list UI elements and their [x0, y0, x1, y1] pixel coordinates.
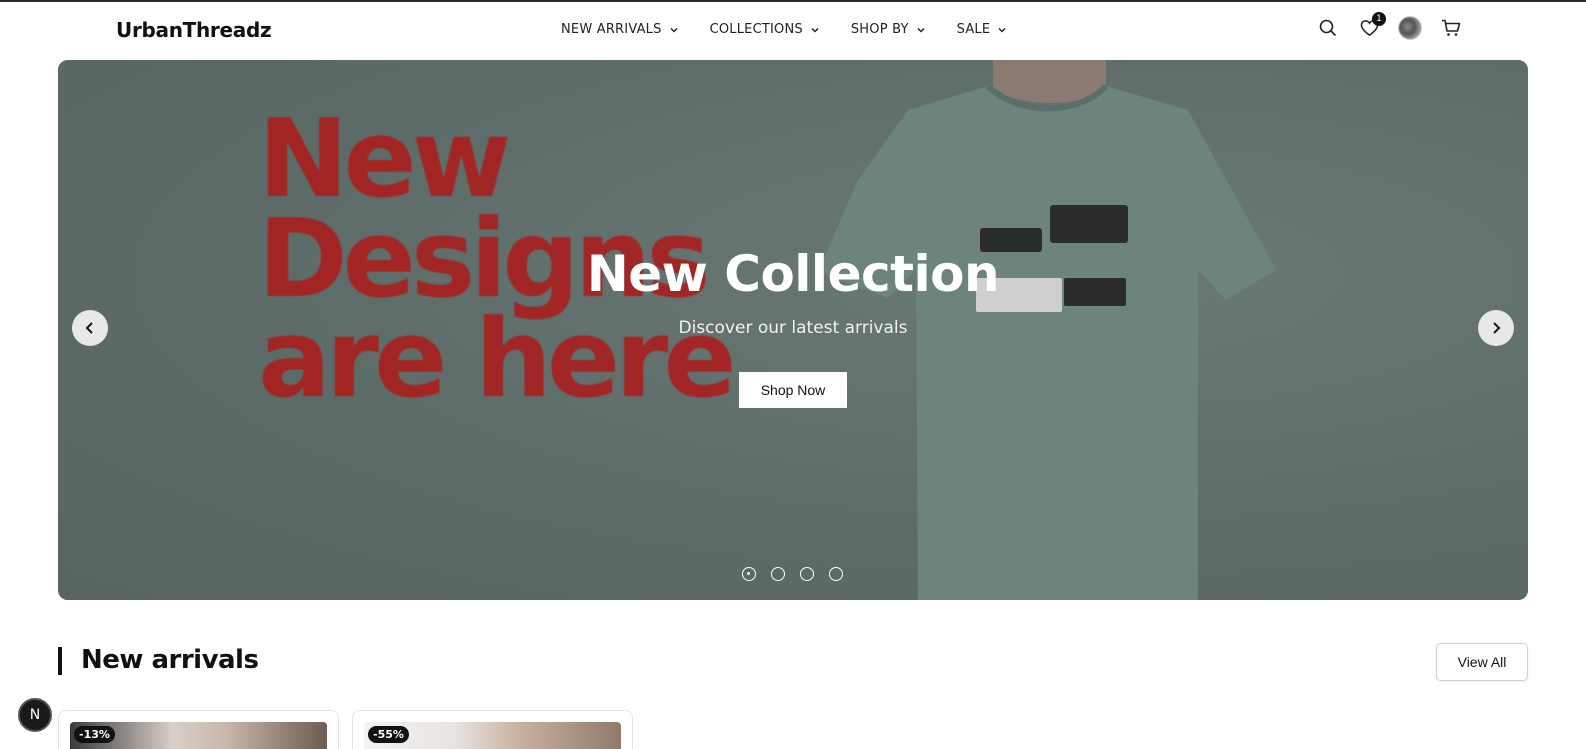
product-card[interactable]: -55%: [352, 710, 633, 749]
carousel-dot-2[interactable]: [771, 567, 785, 581]
cart-icon: [1442, 19, 1461, 36]
account-button[interactable]: [1398, 16, 1422, 40]
hero-carousel: New Designs are here New Collection Discov…: [58, 60, 1528, 600]
nav-collections[interactable]: COLLECTIONS: [710, 22, 821, 37]
carousel-pagination: [742, 567, 858, 581]
carousel-next-button[interactable]: [1478, 310, 1514, 346]
carousel-dot-4[interactable]: [829, 567, 843, 581]
chevron-down-icon: [917, 27, 925, 33]
cart-button[interactable]: [1439, 16, 1463, 40]
chevron-left-icon: [85, 322, 93, 334]
shop-now-button[interactable]: Shop Now: [739, 372, 847, 408]
avatar: [1398, 16, 1422, 40]
site-header: UrbanThreadz NEW ARRIVALS COLLECTIONS SH…: [0, 2, 1586, 58]
chevron-down-icon: [670, 27, 678, 33]
discount-badge: -13%: [74, 726, 115, 743]
search-button[interactable]: [1316, 16, 1340, 40]
product-card[interactable]: -13%: [58, 710, 339, 749]
carousel-dot-1[interactable]: [742, 567, 756, 581]
nav-new-arrivals[interactable]: NEW ARRIVALS: [561, 22, 680, 37]
section-accent-bar: [58, 647, 62, 675]
view-all-button[interactable]: View All: [1436, 643, 1528, 681]
site-logo[interactable]: UrbanThreadz: [116, 18, 272, 42]
wishlist-count-badge: 1: [1372, 12, 1386, 26]
wishlist-button[interactable]: 1: [1357, 12, 1386, 40]
nav-sale[interactable]: SALE: [957, 22, 1009, 37]
nav-shop-by[interactable]: SHOP BY: [851, 22, 927, 37]
header-actions: 1: [1316, 12, 1463, 40]
hero-subtitle: Discover our latest arrivals: [678, 318, 908, 338]
chevron-right-icon: [1493, 322, 1501, 334]
hero-title: New Collection: [586, 245, 1000, 303]
carousel-dot-3[interactable]: [800, 567, 814, 581]
search-icon: [1319, 19, 1337, 37]
main-nav: NEW ARRIVALS COLLECTIONS SHOP BY SALE: [561, 22, 1038, 37]
dev-tools-badge[interactable]: N: [18, 698, 52, 732]
discount-badge: -55%: [368, 726, 409, 743]
nav-collections-label: COLLECTIONS: [709, 22, 803, 37]
section-title: New arrivals: [81, 645, 259, 675]
carousel-prev-button[interactable]: [72, 310, 108, 346]
chevron-down-icon: [998, 27, 1006, 33]
nav-shop-by-label: SHOP BY: [850, 22, 909, 37]
nav-new-arrivals-label: NEW ARRIVALS: [561, 22, 662, 37]
nav-sale-label: SALE: [956, 22, 991, 37]
chevron-down-icon: [811, 27, 819, 33]
